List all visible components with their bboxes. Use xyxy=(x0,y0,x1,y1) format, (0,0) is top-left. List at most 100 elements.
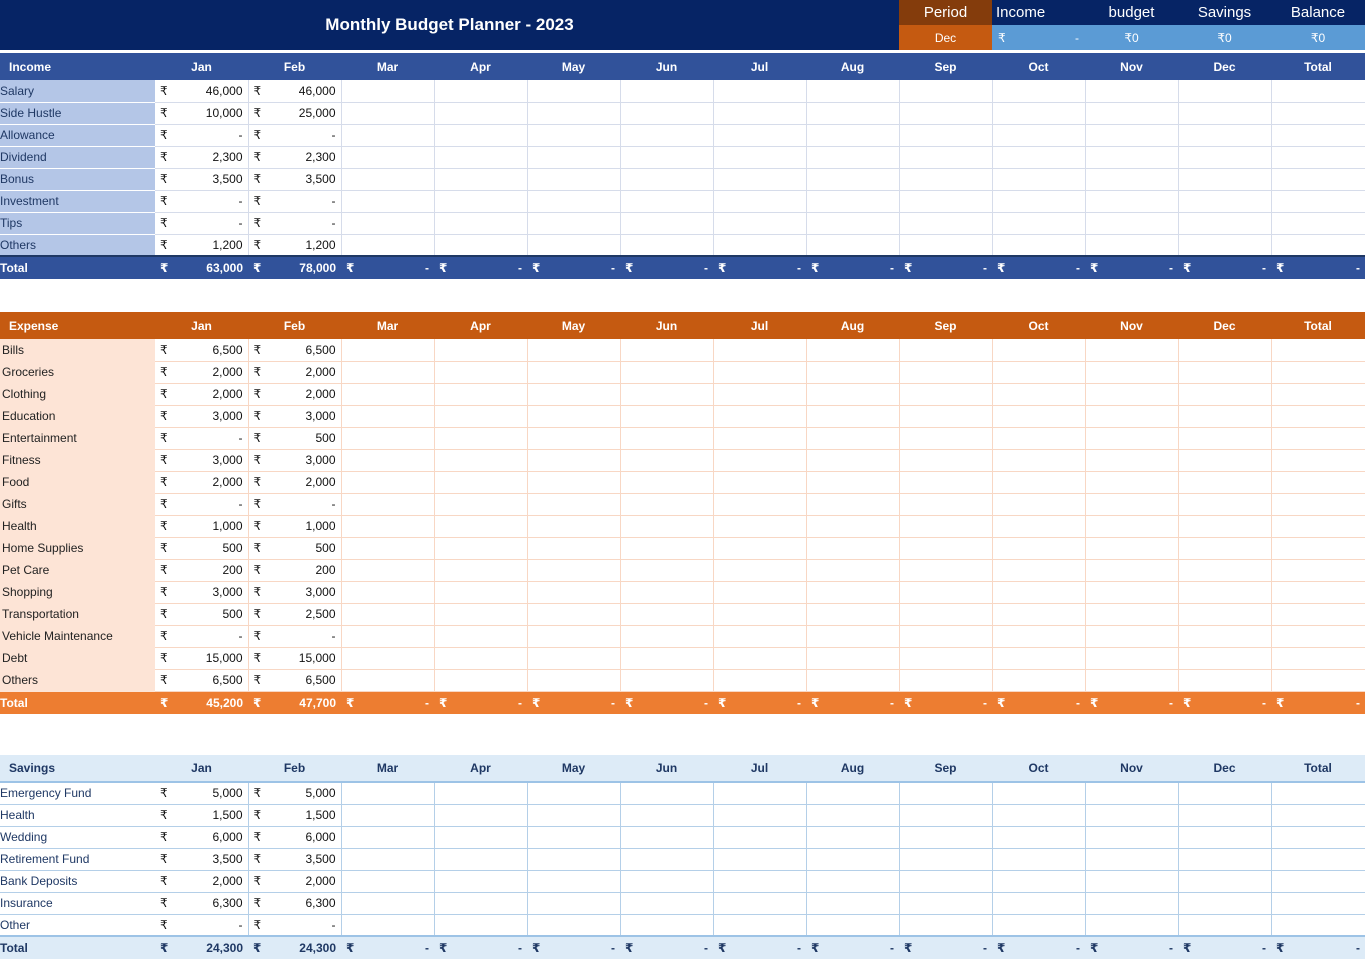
empty-cell[interactable] xyxy=(806,234,900,257)
empty-cell[interactable] xyxy=(341,892,435,915)
empty-cell[interactable] xyxy=(341,782,435,805)
empty-cell[interactable] xyxy=(806,914,900,937)
month-header-oct[interactable]: Oct xyxy=(992,312,1085,339)
empty-cell[interactable] xyxy=(1085,102,1179,125)
empty-cell[interactable] xyxy=(620,603,714,626)
savings-row-label[interactable]: Bank Deposits xyxy=(0,870,155,893)
empty-cell[interactable] xyxy=(527,234,621,257)
empty-cell[interactable] xyxy=(434,212,528,235)
feb-cell[interactable]: ₹3,000 xyxy=(248,449,342,472)
empty-cell[interactable] xyxy=(806,339,900,362)
empty-cell[interactable] xyxy=(1085,493,1179,516)
empty-cell[interactable] xyxy=(1085,471,1179,494)
empty-cell[interactable] xyxy=(992,892,1086,915)
total-month-cell[interactable]: ₹ - xyxy=(713,691,806,714)
feb-cell[interactable]: ₹6,500 xyxy=(248,339,342,362)
empty-cell[interactable] xyxy=(1178,625,1272,648)
empty-cell[interactable] xyxy=(899,914,993,937)
month-header-jul[interactable]: Jul xyxy=(713,53,806,80)
empty-cell[interactable] xyxy=(1271,804,1365,827)
empty-cell[interactable] xyxy=(992,559,1086,582)
empty-cell[interactable] xyxy=(899,190,993,213)
empty-cell[interactable] xyxy=(1085,190,1179,213)
empty-cell[interactable] xyxy=(341,168,435,191)
empty-cell[interactable] xyxy=(434,625,528,648)
empty-cell[interactable] xyxy=(1085,212,1179,235)
feb-cell[interactable]: ₹ - xyxy=(248,190,342,213)
jan-cell[interactable]: ₹1,000 xyxy=(155,515,249,538)
jan-cell[interactable]: ₹500 xyxy=(155,537,249,560)
empty-cell[interactable] xyxy=(527,471,621,494)
empty-cell[interactable] xyxy=(899,581,993,604)
savings-header-label[interactable]: Savings xyxy=(0,755,155,783)
empty-cell[interactable] xyxy=(1085,826,1179,849)
total-dec-cell[interactable]: ₹ - xyxy=(1271,935,1365,959)
empty-cell[interactable] xyxy=(992,804,1086,827)
empty-cell[interactable] xyxy=(713,515,807,538)
empty-cell[interactable] xyxy=(992,515,1086,538)
empty-cell[interactable] xyxy=(806,471,900,494)
empty-cell[interactable] xyxy=(1271,848,1365,871)
empty-cell[interactable] xyxy=(527,581,621,604)
empty-cell[interactable] xyxy=(899,449,993,472)
empty-cell[interactable] xyxy=(341,124,435,147)
empty-cell[interactable] xyxy=(1085,870,1179,893)
empty-cell[interactable] xyxy=(434,804,528,827)
empty-cell[interactable] xyxy=(1271,339,1365,362)
empty-cell[interactable] xyxy=(992,102,1086,125)
empty-cell[interactable] xyxy=(1085,80,1179,103)
empty-cell[interactable] xyxy=(1178,471,1272,494)
empty-cell[interactable] xyxy=(1085,449,1179,472)
empty-cell[interactable] xyxy=(434,669,528,692)
empty-cell[interactable] xyxy=(1085,603,1179,626)
feb-cell[interactable]: ₹5,000 xyxy=(248,782,342,805)
empty-cell[interactable] xyxy=(341,471,435,494)
savings-row-label[interactable]: Health xyxy=(0,804,155,827)
empty-cell[interactable] xyxy=(434,647,528,670)
empty-cell[interactable] xyxy=(341,383,435,406)
savings-row-label[interactable]: Insurance xyxy=(0,892,155,915)
empty-cell[interactable] xyxy=(806,515,900,538)
empty-cell[interactable] xyxy=(899,870,993,893)
empty-cell[interactable] xyxy=(1178,190,1272,213)
empty-cell[interactable] xyxy=(1085,124,1179,147)
savings-value[interactable]: ₹0 xyxy=(1178,25,1271,50)
empty-cell[interactable] xyxy=(899,427,993,450)
expense-row-label[interactable]: Shopping xyxy=(0,581,155,604)
empty-cell[interactable] xyxy=(1271,449,1365,472)
empty-cell[interactable] xyxy=(620,892,714,915)
savings-total-label[interactable]: Total xyxy=(0,935,155,959)
savings-row-label[interactable]: Wedding xyxy=(0,826,155,849)
empty-cell[interactable] xyxy=(992,190,1086,213)
empty-cell[interactable] xyxy=(992,625,1086,648)
empty-cell[interactable] xyxy=(527,493,621,516)
month-header-nov[interactable]: Nov xyxy=(1085,53,1178,80)
empty-cell[interactable] xyxy=(1085,537,1179,560)
empty-cell[interactable] xyxy=(527,870,621,893)
empty-cell[interactable] xyxy=(341,146,435,169)
jan-cell[interactable]: ₹2,000 xyxy=(155,383,249,406)
feb-cell[interactable]: ₹ - xyxy=(248,493,342,516)
feb-cell[interactable]: ₹1,200 xyxy=(248,234,342,257)
feb-cell[interactable]: ₹6,500 xyxy=(248,669,342,692)
expense-row-label[interactable]: Transportation xyxy=(0,603,155,626)
empty-cell[interactable] xyxy=(1178,80,1272,103)
empty-cell[interactable] xyxy=(1178,559,1272,582)
empty-cell[interactable] xyxy=(806,581,900,604)
empty-cell[interactable] xyxy=(713,471,807,494)
empty-cell[interactable] xyxy=(806,848,900,871)
month-header-oct[interactable]: Oct xyxy=(992,53,1085,80)
empty-cell[interactable] xyxy=(713,361,807,384)
empty-cell[interactable] xyxy=(899,471,993,494)
empty-cell[interactable] xyxy=(806,625,900,648)
empty-cell[interactable] xyxy=(434,168,528,191)
empty-cell[interactable] xyxy=(527,826,621,849)
empty-cell[interactable] xyxy=(434,361,528,384)
expense-row-label[interactable]: Pet Care xyxy=(0,559,155,582)
empty-cell[interactable] xyxy=(1178,124,1272,147)
empty-cell[interactable] xyxy=(1085,383,1179,406)
empty-cell[interactable] xyxy=(899,102,993,125)
feb-cell[interactable]: ₹200 xyxy=(248,559,342,582)
empty-cell[interactable] xyxy=(620,537,714,560)
empty-cell[interactable] xyxy=(806,361,900,384)
